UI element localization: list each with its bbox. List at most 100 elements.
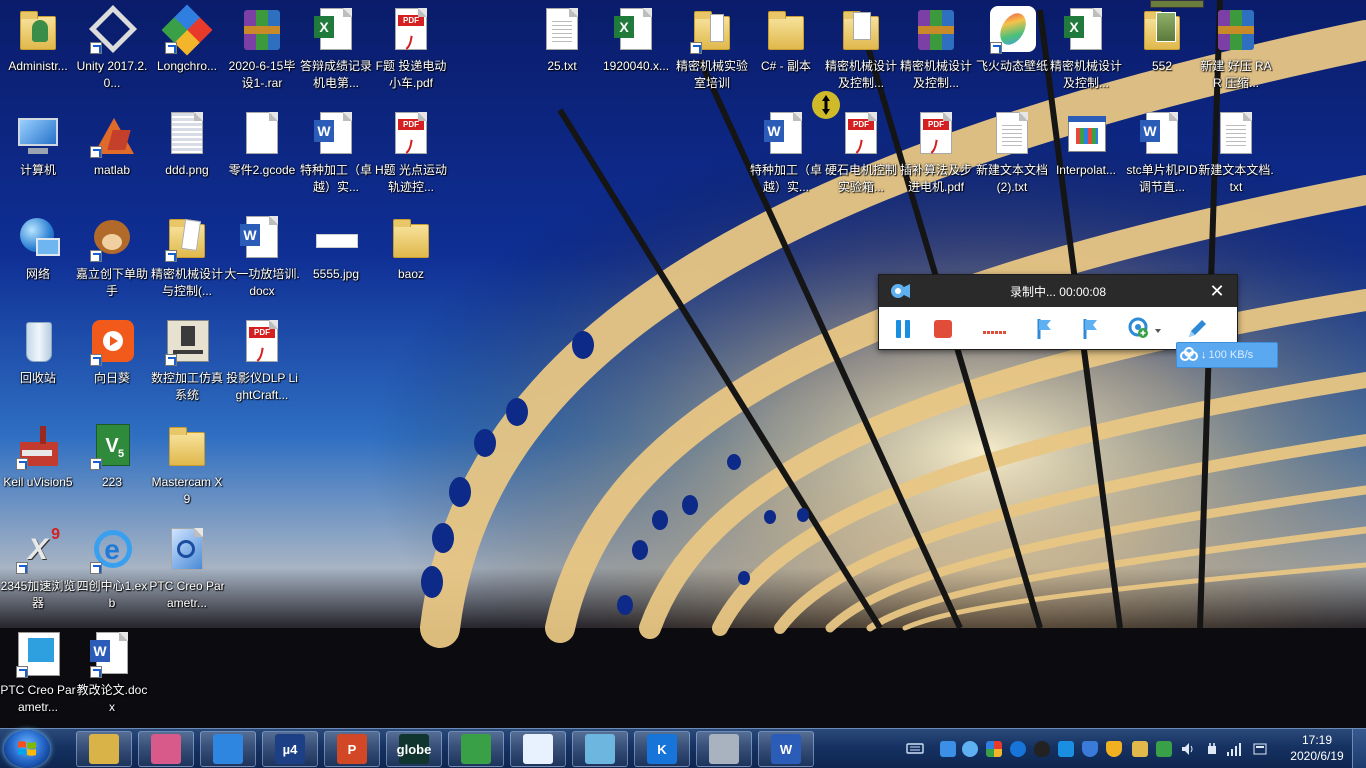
show-desktop-button[interactable] [1352, 729, 1366, 768]
desktop-icon-tezhong-docx-1[interactable]: W 特种加工（卓越）实... [298, 106, 374, 206]
desktop-icon-f-pdf[interactable]: PDF ﾉ F题 投递电动小车.pdf [373, 2, 449, 102]
desktop-icon-dabian-xls[interactable]: X 答辩成绩记录 机电第... [298, 2, 374, 102]
desktop-icon-jingmi-folder[interactable]: 精密机械设计及控制... [823, 2, 899, 102]
add-camera-button[interactable] [1127, 317, 1165, 341]
desktop-icon-computer[interactable]: 计算机 [0, 106, 76, 206]
icon-label: 数控加工仿真系统 [150, 371, 223, 402]
taskbar-item-mdk[interactable]: µ4 [262, 731, 318, 767]
mark-start-button[interactable] [1033, 317, 1057, 341]
close-button[interactable]: ✕ [1207, 281, 1227, 301]
signal-bars-icon[interactable] [1226, 741, 1242, 757]
desktop-icon-unity[interactable]: Unity 2017.2.0... [74, 2, 150, 102]
desktop-icon-recycle-bin[interactable]: 回收站 [0, 314, 76, 414]
desktop-icon-stc-pid-docx[interactable]: W stc单片机PID调节直... [1124, 106, 1200, 206]
desktop-icon-cnc-sim[interactable]: 数控加工仿真系统 [149, 314, 225, 414]
taskbar-item-paint[interactable] [138, 731, 194, 767]
taskbar-item-baidu-netdisk[interactable] [200, 731, 256, 767]
desktop-icon-1920040-xls[interactable]: X 1920040.x... [598, 2, 674, 102]
desktop-icon-552-folder[interactable]: 552 [1124, 2, 1200, 102]
taskbar-item-word[interactable]: W [758, 731, 814, 767]
desktop-icon-tezhong-docx-2[interactable]: W 特种加工（卓越）实... [748, 106, 824, 206]
recorder-titlebar[interactable]: 录制中... 00:00:08 ✕ [879, 275, 1237, 307]
desktop-icon-sunflower[interactable]: 向日葵 [74, 314, 150, 414]
desktop-icon-h-pdf[interactable]: PDF ﾉ H题 光点运动轨迹控... [373, 106, 449, 206]
icon-label: 硬石电机控制实验箱... [824, 163, 897, 194]
factory-icon [14, 422, 62, 470]
desktop-icon-gcode[interactable]: 零件2.gcode [224, 106, 300, 206]
qq-penguin-tray-icon[interactable] [1034, 741, 1050, 757]
network-tray-icon[interactable] [1058, 741, 1074, 757]
desktop-icon-sichuang-exb[interactable]: PTC Creo Parametr... [149, 522, 225, 622]
icon-label: 特种加工（卓越）实... [299, 163, 372, 194]
download-arrow-icon: ↓ [1201, 349, 1207, 361]
desktop-icon-keil[interactable]: V5 223 [74, 418, 150, 518]
screen-recorder-window[interactable]: 录制中... 00:00:08 ✕ [878, 274, 1238, 350]
clock[interactable]: 17:19 2020/6/19 [1284, 732, 1350, 764]
desktop-icon-dlp-pdf[interactable]: PDF ﾉ 投影仪DLP LightCraft... [224, 314, 300, 414]
recorder-tray-icon[interactable] [962, 741, 978, 757]
desktop-icon-5555-jpg[interactable]: 5555.jpg [298, 210, 374, 310]
mark-end-button[interactable] [1079, 317, 1103, 341]
pen-annotate-button[interactable] [1185, 317, 1209, 341]
desktop-icon-25-txt[interactable]: 25.txt [524, 2, 600, 102]
desktop-icon-yingshi-pdf[interactable]: PDF ﾉ 硬石电机控制实验箱... [823, 106, 899, 206]
desktop-icon-mastercam[interactable]: X9 2345加速浏览器 [0, 522, 76, 622]
taskbar-item-window-app[interactable] [572, 731, 628, 767]
taskbar-item-recycle-app[interactable] [448, 731, 504, 767]
baidu-cloud-tray-icon[interactable] [940, 741, 956, 757]
taskbar-item-creo[interactable] [510, 731, 566, 767]
desktop-icon-administrator[interactable]: Administr... [0, 2, 76, 102]
keyboard-icon[interactable] [906, 741, 924, 755]
desktop-icon-matlab[interactable]: matlab [74, 106, 150, 206]
icon-label: 25.txt [547, 59, 577, 73]
pdf-file-icon: PDF ﾉ [238, 318, 286, 366]
icon-label: H题 光点运动轨迹控... [374, 163, 447, 194]
desktop-icon-er-factory[interactable]: Keil uVision5 [0, 418, 76, 518]
desktop-icon-ddd-png[interactable]: ddd.png [149, 106, 225, 206]
desktop-icon-feihuo[interactable]: 飞火动态壁纸 [974, 2, 1050, 102]
desktop-icon-baoz-folder[interactable]: baoz [373, 210, 449, 310]
desktop-icon-chabu-pdf[interactable]: PDF ﾉ 插补算法及步进电机.pdf [898, 106, 974, 206]
desktop-icon-jingmi-lab[interactable]: 精密机械实验室培训 [674, 2, 750, 102]
icon-label: 5555.jpg [312, 267, 360, 281]
colorful-app-tray-icon[interactable] [986, 741, 1002, 757]
computer-icon [14, 110, 62, 158]
desktop-icon-jingmi-xls[interactable]: X 精密机械设计及控制... [1048, 2, 1124, 102]
volume-icon[interactable] [1180, 741, 1196, 757]
taskbar-item-explorer[interactable] [76, 731, 132, 767]
desktop-icon-longchrome[interactable]: Longchro... [149, 2, 225, 102]
taskbar-item-k-app[interactable]: K [634, 731, 690, 767]
pause-button[interactable] [891, 317, 915, 341]
k-tray-icon[interactable] [1010, 741, 1026, 757]
start-button[interactable] [4, 730, 50, 768]
desktop-icon-jialichuang[interactable]: 嘉立创下单助手 [74, 210, 150, 310]
desktop-icon-jingmi-folder-2[interactable]: 精密机械设计与控制(... [149, 210, 225, 310]
stop-button[interactable] [931, 317, 955, 341]
desktop-icon-223-folder[interactable]: Mastercam X9 [149, 418, 225, 518]
desktop-icon-csharp-copy[interactable]: C# - 副本 [748, 2, 824, 102]
taskbar-item-mechanical-app[interactable] [696, 731, 752, 767]
desktop-icon-interpolat[interactable]: Interpolat... [1048, 106, 1124, 206]
icon-label: 网络 [25, 267, 50, 281]
icon-label: ddd.png [165, 163, 209, 177]
desktop-icon-new-txt[interactable]: 新建文本文档.txt [1198, 106, 1274, 206]
desktop-icon-jiaogai-docx[interactable]: W 教改论文.docx [74, 626, 150, 726]
power-plug-icon[interactable] [1204, 741, 1220, 757]
desktop[interactable]: Administr... 计算机 网络 回收站 Keil uVision5 X9… [0, 0, 1366, 728]
action-center-icon[interactable] [1252, 741, 1268, 757]
desktop-icon-gongfang-docx[interactable]: W 大一功放培训.docx [224, 210, 300, 310]
taskbar-item-powerpoint[interactable]: P [324, 731, 380, 767]
taskbar-item-globe-app[interactable]: globe [386, 731, 442, 767]
desktop-icon-new-txt-2[interactable]: 新建文本文档 (2).txt [974, 106, 1050, 206]
desktop-icon-haozip-rar[interactable]: 新建 好压 RAR 压缩... [1198, 2, 1274, 102]
icon-label: 新建文本文档 (2).txt [975, 163, 1048, 194]
green-app-tray-icon[interactable] [1156, 741, 1172, 757]
desktop-icon-biye-rar[interactable]: 2020-6-15毕设1-.rar [224, 2, 300, 102]
desktop-icon-network[interactable]: 网络 [0, 210, 76, 310]
shield-warning-icon[interactable] [1106, 741, 1122, 757]
folder-tray-icon[interactable] [1132, 741, 1148, 757]
security-shield-icon[interactable] [1082, 741, 1098, 757]
desktop-icon-2345-browser[interactable]: e 四创中心1.exb [74, 522, 150, 622]
desktop-icon-jingmi-rar[interactable]: 精密机械设计及控制... [898, 2, 974, 102]
desktop-icon-ptc-creo[interactable]: PTC Creo Parametr... [0, 626, 76, 726]
